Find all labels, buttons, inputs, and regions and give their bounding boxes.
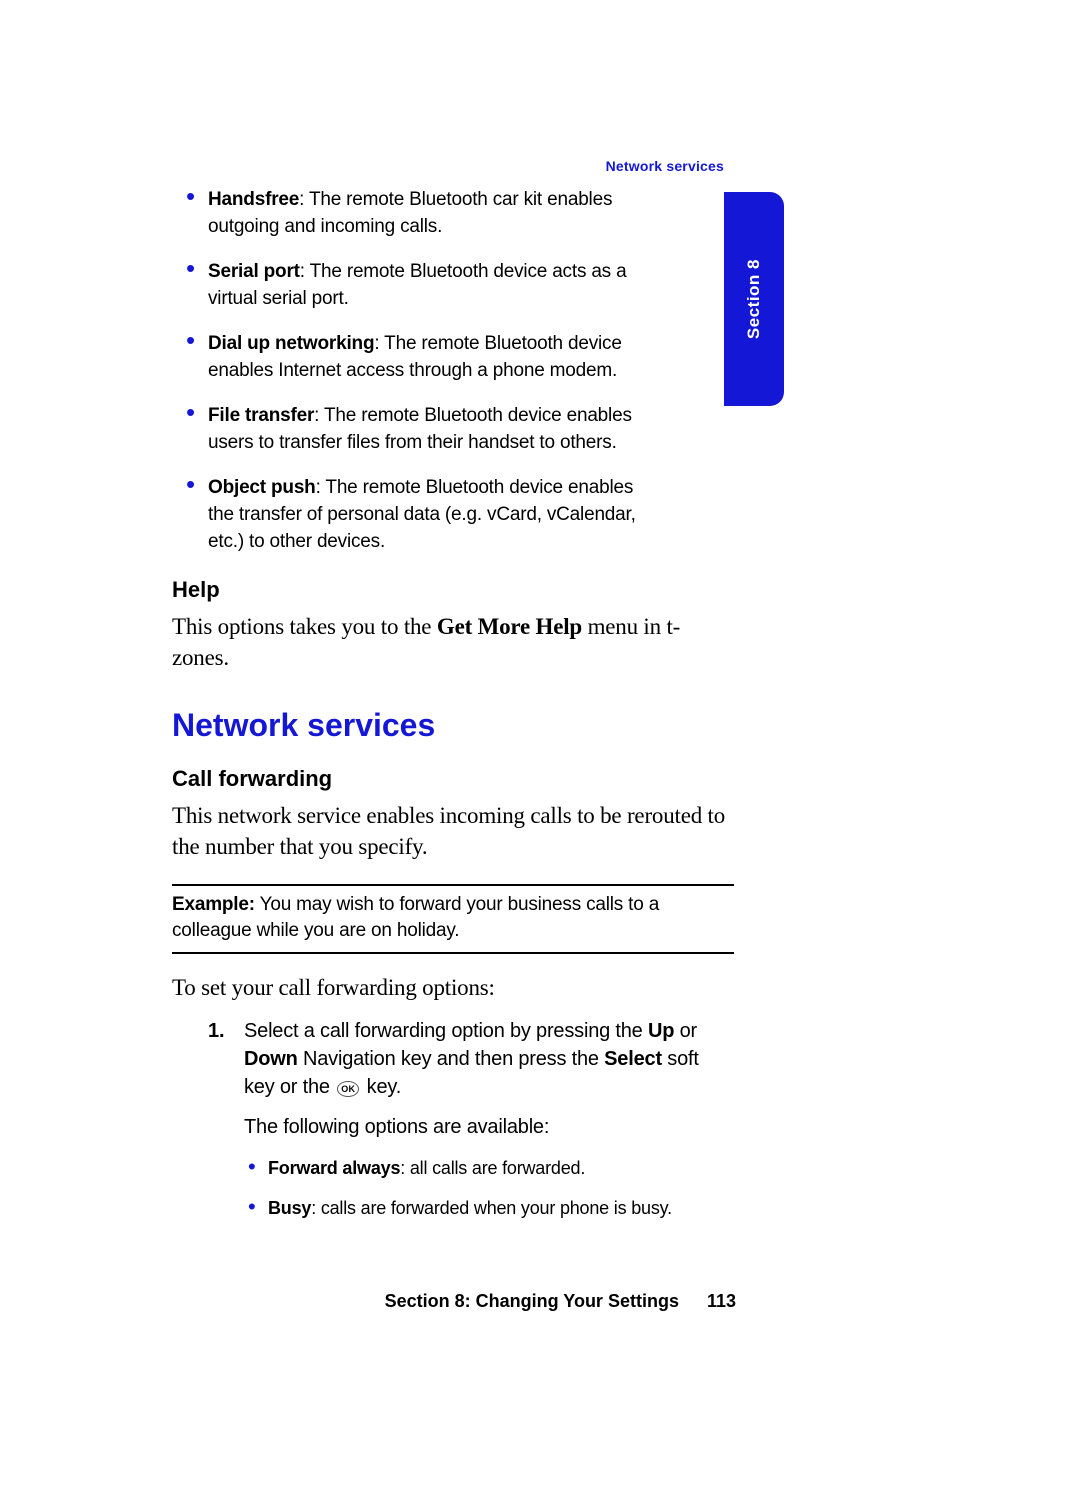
text: key.: [361, 1076, 401, 1098]
help-bold: Get More Help: [437, 614, 582, 639]
list-item: File transfer: The remote Bluetooth devi…: [208, 402, 734, 456]
text: This options takes you to the: [172, 614, 437, 639]
item-name: Forward always: [268, 1158, 400, 1178]
key-down: Down: [244, 1048, 298, 1070]
list-item: Forward always: all calls are forwarded.: [268, 1155, 734, 1181]
item-name: Object push: [208, 477, 316, 498]
item-name: Busy: [268, 1198, 311, 1218]
call-forwarding-body: This network service enables incoming ca…: [172, 800, 734, 862]
key-select: Select: [604, 1048, 662, 1070]
list-item: Handsfree: The remote Bluetooth car kit …: [208, 186, 734, 240]
network-services-heading: Network services: [172, 707, 734, 744]
text: or: [674, 1020, 697, 1042]
item-name: Dial up networking: [208, 333, 374, 354]
example-box: Example: You may wish to forward your bu…: [172, 884, 734, 954]
text: Navigation key and then press the: [298, 1048, 605, 1070]
help-body: This options takes you to the Get More H…: [172, 611, 734, 673]
step-item: Select a call forwarding option by press…: [244, 1017, 734, 1221]
list-item: Dial up networking: The remote Bluetooth…: [208, 330, 734, 384]
step-followup: The following options are available:: [244, 1113, 734, 1141]
key-up: Up: [648, 1020, 674, 1042]
ok-key-icon: OK: [337, 1081, 359, 1097]
main-content: Handsfree: The remote Bluetooth car kit …: [172, 186, 734, 1221]
page-footer: Section 8: Changing Your Settings 113: [385, 1291, 736, 1312]
page-number: 113: [707, 1291, 736, 1311]
section-tab-label: Section 8: [744, 259, 764, 339]
text: Select a call forwarding option by press…: [244, 1020, 648, 1042]
item-name: File transfer: [208, 405, 314, 426]
running-header: Network services: [606, 158, 724, 174]
manual-page: Network services Section 8 Handsfree: Th…: [0, 0, 1080, 1492]
bluetooth-profile-list: Handsfree: The remote Bluetooth car kit …: [172, 186, 734, 555]
item-name: Serial port: [208, 261, 300, 282]
steps-list: Select a call forwarding option by press…: [172, 1017, 734, 1221]
item-desc: : all calls are forwarded.: [400, 1158, 585, 1178]
item-desc: : calls are forwarded when your phone is…: [311, 1198, 672, 1218]
help-heading: Help: [172, 577, 734, 603]
list-item: Serial port: The remote Bluetooth device…: [208, 258, 734, 312]
call-forwarding-heading: Call forwarding: [172, 766, 734, 792]
example-label: Example:: [172, 894, 255, 915]
footer-section: Section 8: Changing Your Settings: [385, 1291, 679, 1311]
list-item: Busy: calls are forwarded when your phon…: [268, 1195, 734, 1221]
example-text: Example: You may wish to forward your bu…: [172, 892, 734, 944]
forwarding-options-list: Forward always: all calls are forwarded.…: [244, 1155, 734, 1221]
item-name: Handsfree: [208, 189, 299, 210]
instructions-intro: To set your call forwarding options:: [172, 972, 734, 1003]
list-item: Object push: The remote Bluetooth device…: [208, 474, 734, 555]
